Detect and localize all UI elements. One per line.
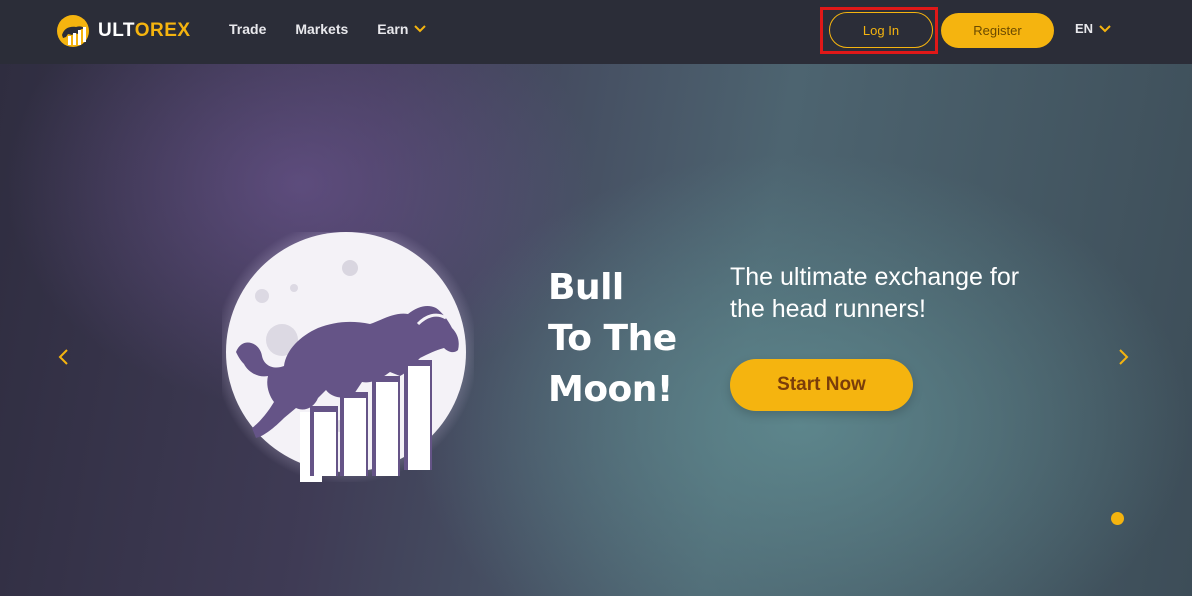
language-selector[interactable]: EN [1075, 21, 1111, 36]
login-button[interactable]: Log In [829, 12, 933, 48]
chevron-down-icon [414, 25, 427, 33]
chevron-right-icon[interactable] [1116, 348, 1130, 366]
chevron-down-icon [1099, 24, 1111, 32]
brand-name: ULTOREX [98, 20, 191, 42]
brand-name-part2: OREX [134, 20, 191, 41]
bull-moon-illustration-icon [222, 232, 474, 482]
hero-tagline-line: To The [548, 318, 677, 359]
hero-tagline: Bull To The Moon! [548, 262, 677, 415]
chevron-left-icon[interactable] [57, 348, 71, 366]
page: ULTOREX Trade Markets Earn Log In Regist… [0, 0, 1192, 596]
nav-item-label: Trade [229, 21, 267, 37]
hero-subtitle: The ultimate exchange for the head runne… [730, 263, 1020, 323]
language-label: EN [1075, 21, 1094, 36]
nav-item-earn[interactable]: Earn [377, 21, 427, 37]
hero-banner: Bull To The Moon! The ultimate exchange … [0, 64, 1192, 596]
bull-logo-icon [57, 15, 89, 47]
nav-item-label: Markets [295, 21, 349, 37]
hero-tagline-line: Moon! [548, 369, 673, 410]
nav-item-trade[interactable]: Trade [229, 21, 266, 37]
slider-dot-active[interactable] [1111, 512, 1124, 525]
top-navigation-bar: ULTOREX Trade Markets Earn Log In Regist… [0, 0, 1192, 64]
nav-item-label: Earn [377, 21, 409, 37]
nav-item-markets[interactable]: Markets [295, 21, 348, 37]
hero-tagline-line: Bull [548, 267, 624, 308]
start-now-button[interactable]: Start Now [730, 359, 913, 411]
brand-name-part1: ULT [98, 20, 135, 41]
register-button[interactable]: Register [941, 13, 1054, 48]
main-nav: Trade Markets Earn [229, 21, 455, 37]
brand-logo[interactable]: ULTOREX [56, 14, 191, 48]
